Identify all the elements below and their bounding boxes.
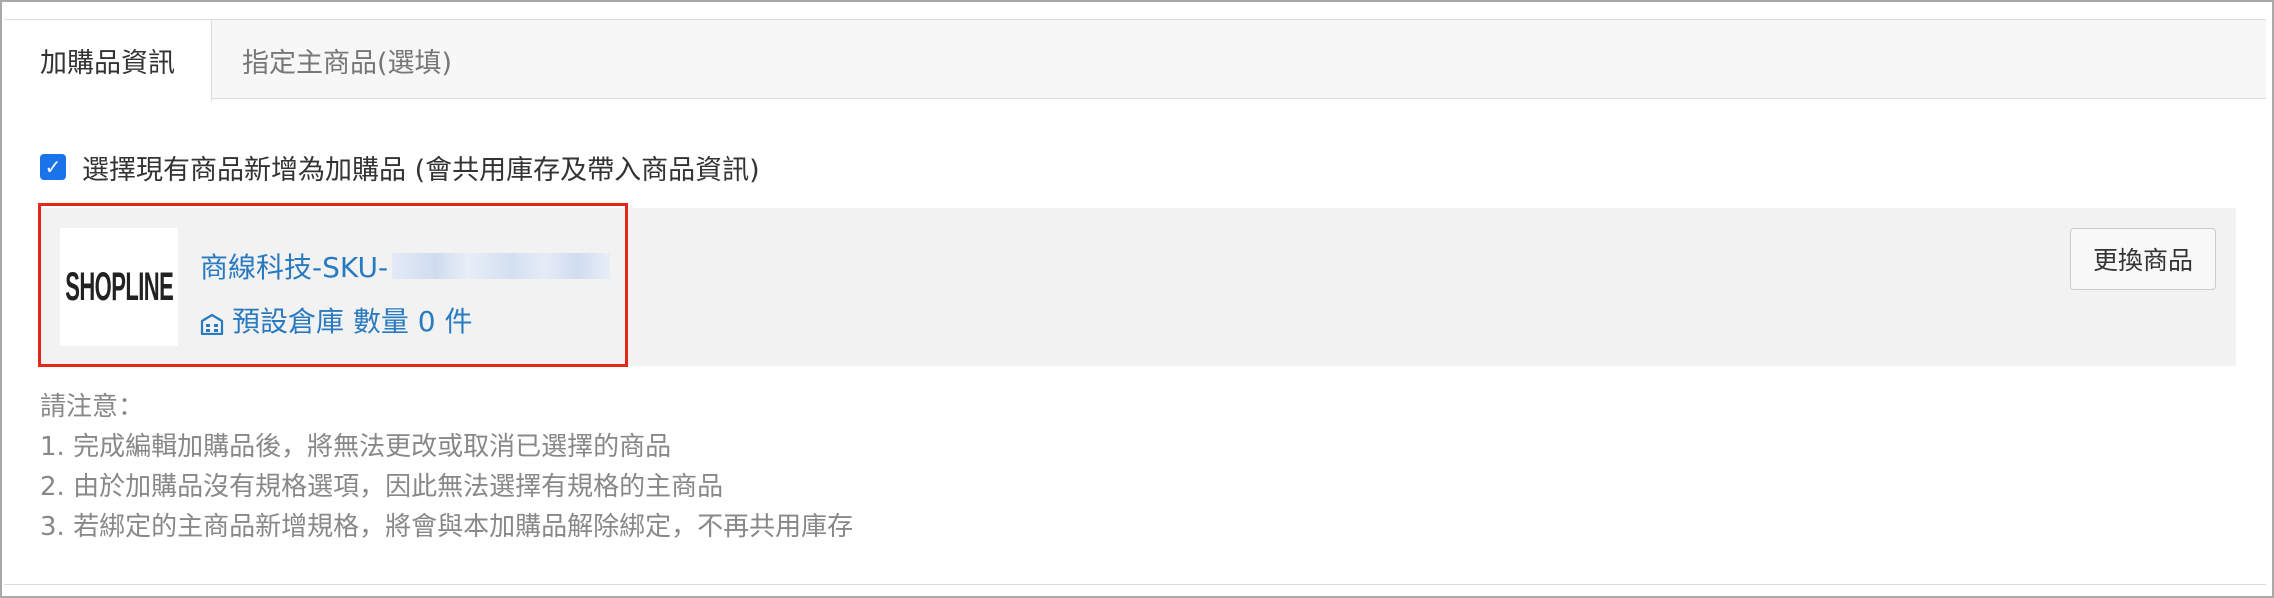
product-thumbnail: SHOPLINE — [60, 228, 178, 346]
checkmark-icon: ✓ — [44, 154, 62, 179]
tab-main-product[interactable]: 指定主商品(選填) — [212, 19, 482, 101]
tab-addon-info[interactable]: 加購品資訊 — [4, 19, 212, 101]
product-name-link[interactable]: 商線科技-SKU- — [200, 246, 611, 286]
shopline-logo: SHOPLINE — [64, 264, 174, 309]
selected-product-panel: SHOPLINE 商線科技-SKU- 預設倉庫 數量 0 件 更換商品 — [40, 208, 2236, 366]
note-item: 3. 若綁定的主商品新增規格，將會與本加購品解除綁定，不再共用庫存 — [40, 512, 854, 542]
tab-bar: 加購品資訊 指定主商品(選填) — [4, 19, 2266, 101]
warehouse-icon — [200, 309, 224, 336]
existing-product-checkbox[interactable]: ✓ — [40, 153, 66, 180]
existing-product-option: ✓ 選擇現有商品新增為加購品 (會共用庫存及帶入商品資訊) — [40, 146, 760, 187]
panel-frame: 加購品資訊 指定主商品(選填) ✓ 選擇現有商品新增為加購品 (會共用庫存及帶入… — [0, 0, 2274, 598]
checkbox-label: 選擇現有商品新增為加購品 (會共用庫存及帶入商品資訊) — [82, 155, 760, 186]
note-item: 2. 由於加購品沒有規格選項，因此無法選擇有規格的主商品 — [40, 472, 724, 502]
stock-text: 預設倉庫 數量 0 件 — [232, 305, 473, 338]
note-item: 1. 完成編輯加購品後，將無法更改或取消已選擇的商品 — [40, 432, 672, 462]
tab-label: 指定主商品(選填) — [241, 47, 453, 79]
replace-button-label: 更換商品 — [2092, 246, 2193, 275]
divider — [4, 584, 2266, 585]
tab-label: 加購品資訊 — [40, 48, 175, 79]
notes-title: 請注意： — [40, 392, 145, 422]
stock-info: 預設倉庫 數量 0 件 — [200, 300, 473, 340]
sku-redacted — [392, 253, 611, 279]
product-name: 商線科技-SKU- — [200, 251, 389, 284]
replace-product-button[interactable]: 更換商品 — [2070, 228, 2216, 290]
notes-section: 請注意： 1. 完成編輯加購品後，將無法更改或取消已選擇的商品 2. 由於加購品… — [40, 387, 853, 547]
